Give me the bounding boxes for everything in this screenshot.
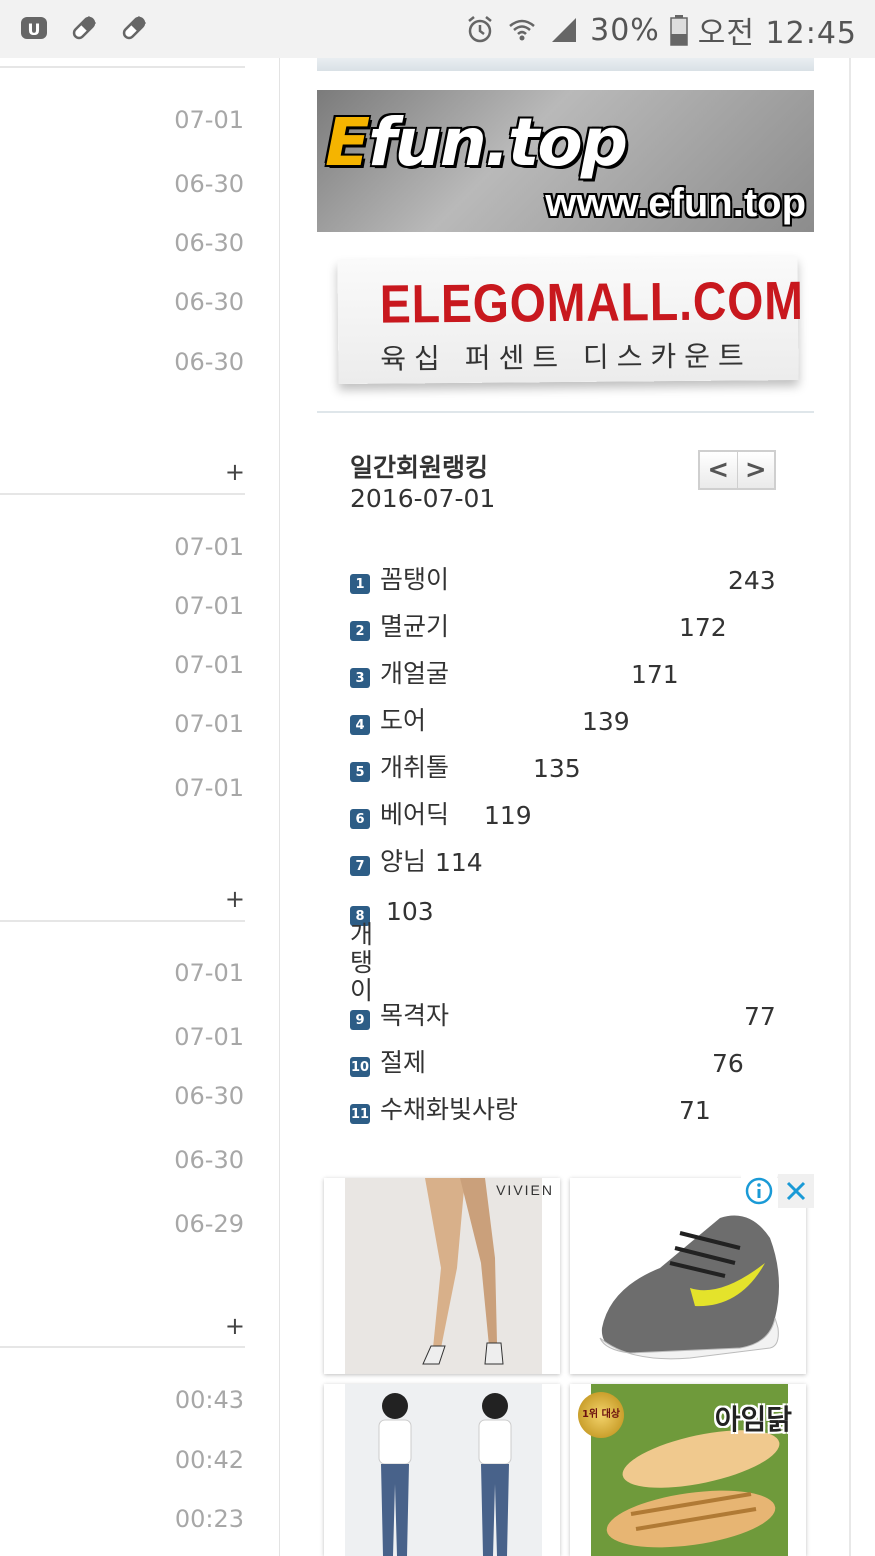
system-indicators: 30% 오전 12:45 [464,8,857,52]
rank-badge: 4 [350,715,370,735]
pill-icon [122,15,147,40]
rank-score: 172 [679,613,727,642]
rank-name[interactable]: 양님 [380,842,426,878]
efun-logo: Efun.top [325,104,628,181]
vivien-brand: VIVIEN [496,1182,554,1198]
banner-partial[interactable] [317,58,814,71]
elegomall-subtitle: 육십 퍼센트 디스카운트 [380,339,752,376]
wifi-icon [509,19,535,41]
rank-name[interactable]: 수채화빛사랑 [380,1090,518,1126]
list-item-date[interactable]: 06-30 [174,1146,244,1174]
ad-jeans[interactable] [324,1384,560,1556]
list-item-date[interactable]: 07-01 [174,1023,244,1051]
elegomall-banner[interactable]: ELEGOMALL.COM 육십 퍼센트 디스카운트 [337,255,804,385]
left-column: 07-01 06-30 06-30 06-30 06-30 + 07-01 07… [0,58,280,1556]
rank-badge: 10 [350,1057,370,1077]
next-button[interactable]: > [736,452,775,488]
list-item-date[interactable]: 07-01 [174,710,244,738]
list-item-date[interactable]: 07-01 [174,651,244,679]
ranking-date: 2016-07-01 [350,484,496,513]
ranking-title: 일간회원랭킹 [350,453,489,482]
more-button[interactable]: + [225,1312,245,1340]
list-item-time[interactable]: 00:42 [175,1446,244,1474]
rank-score: 71 [679,1096,711,1125]
clock: 오전 12:45 [697,16,857,51]
ad-stockings[interactable]: VIVIEN [324,1178,560,1374]
rank-name[interactable]: 개탱이 [350,921,380,1005]
list-item-date[interactable]: 07-01 [174,774,244,802]
u-plus-app-icon: U [21,17,47,39]
aim-brand: 아임닭 [714,1403,792,1436]
info-icon [745,1177,773,1205]
rank-name[interactable]: 목격자 [380,996,449,1032]
list-item-date[interactable]: 06-29 [174,1210,244,1238]
more-button[interactable]: + [225,885,245,913]
list-item-date[interactable]: 07-01 [174,106,244,134]
rank-score: 76 [712,1049,744,1078]
stockings-image [345,1178,542,1374]
efun-url: www.efun.top [545,181,806,225]
list-item-date[interactable]: 06-30 [174,348,244,376]
jeans-models-image [345,1384,542,1556]
rank-badge: 9 [350,1010,370,1030]
rank-badge: 2 [350,621,370,641]
column-border [849,58,851,1556]
list-item-date[interactable]: 07-01 [174,959,244,987]
pill-icon [72,15,97,40]
alarm-icon [468,16,492,43]
rank-score: 243 [728,566,776,595]
svg-text:U: U [28,20,41,39]
list-item-date[interactable]: 06-30 [174,1082,244,1110]
divider [317,411,814,413]
battery-icon [670,15,688,46]
ad-close-button[interactable] [778,1174,814,1208]
rank-name[interactable]: 개취톨 [380,748,449,784]
rank-name[interactable]: 도어 [380,701,426,737]
rank-score: 77 [744,1002,776,1031]
list-item-date[interactable]: 06-30 [174,229,244,257]
rank-name[interactable]: 절제 [380,1043,426,1079]
elegomall-title: ELEGOMALL.COM [379,270,805,335]
rank-name[interactable]: 베어딕 [380,795,449,831]
rank-score: 135 [533,754,581,783]
rank-badge: 6 [350,809,370,829]
divider [0,66,245,68]
rank-score: 171 [631,660,679,689]
list-item-time[interactable]: 00:23 [175,1505,244,1533]
rank-name[interactable]: 멸균기 [380,607,449,643]
divider [0,920,245,922]
rank-score: 119 [484,801,532,830]
rank-badge: 11 [350,1104,370,1124]
rank-score: 114 [435,848,483,877]
award-seal: 1위 대상 [578,1392,624,1438]
more-button[interactable]: + [225,458,245,486]
divider [0,493,245,495]
list-item-date[interactable]: 07-01 [174,533,244,561]
rank-score: 139 [582,707,630,736]
rank-score: 103 [386,897,434,926]
list-item-date[interactable]: 06-30 [174,170,244,198]
notification-icons: U [18,12,150,44]
prev-button[interactable]: < [700,452,737,488]
rank-badge: 5 [350,762,370,782]
list-item-date[interactable]: 06-30 [174,288,244,316]
rank-badge: 3 [350,668,370,688]
rank-name[interactable]: 개얼굴 [380,654,449,690]
ad-chicken[interactable]: 1위 대상 아임닭 [570,1384,806,1556]
efun-banner[interactable]: Efun.top www.efun.top [317,90,814,232]
status-bar: U 30% 오전 12:45 [0,0,875,58]
close-icon [786,1181,806,1201]
ranking-nav: < > [698,450,776,490]
battery-percent: 30% [590,12,660,48]
signal-icon [552,18,577,42]
ad-info-button[interactable] [741,1174,777,1208]
rank-badge: 7 [350,856,370,876]
rank-name[interactable]: 꼼탱이 [380,560,449,596]
divider [0,1346,245,1348]
list-item-date[interactable]: 07-01 [174,592,244,620]
list-item-time[interactable]: 00:43 [175,1386,244,1414]
rank-badge: 1 [350,574,370,594]
